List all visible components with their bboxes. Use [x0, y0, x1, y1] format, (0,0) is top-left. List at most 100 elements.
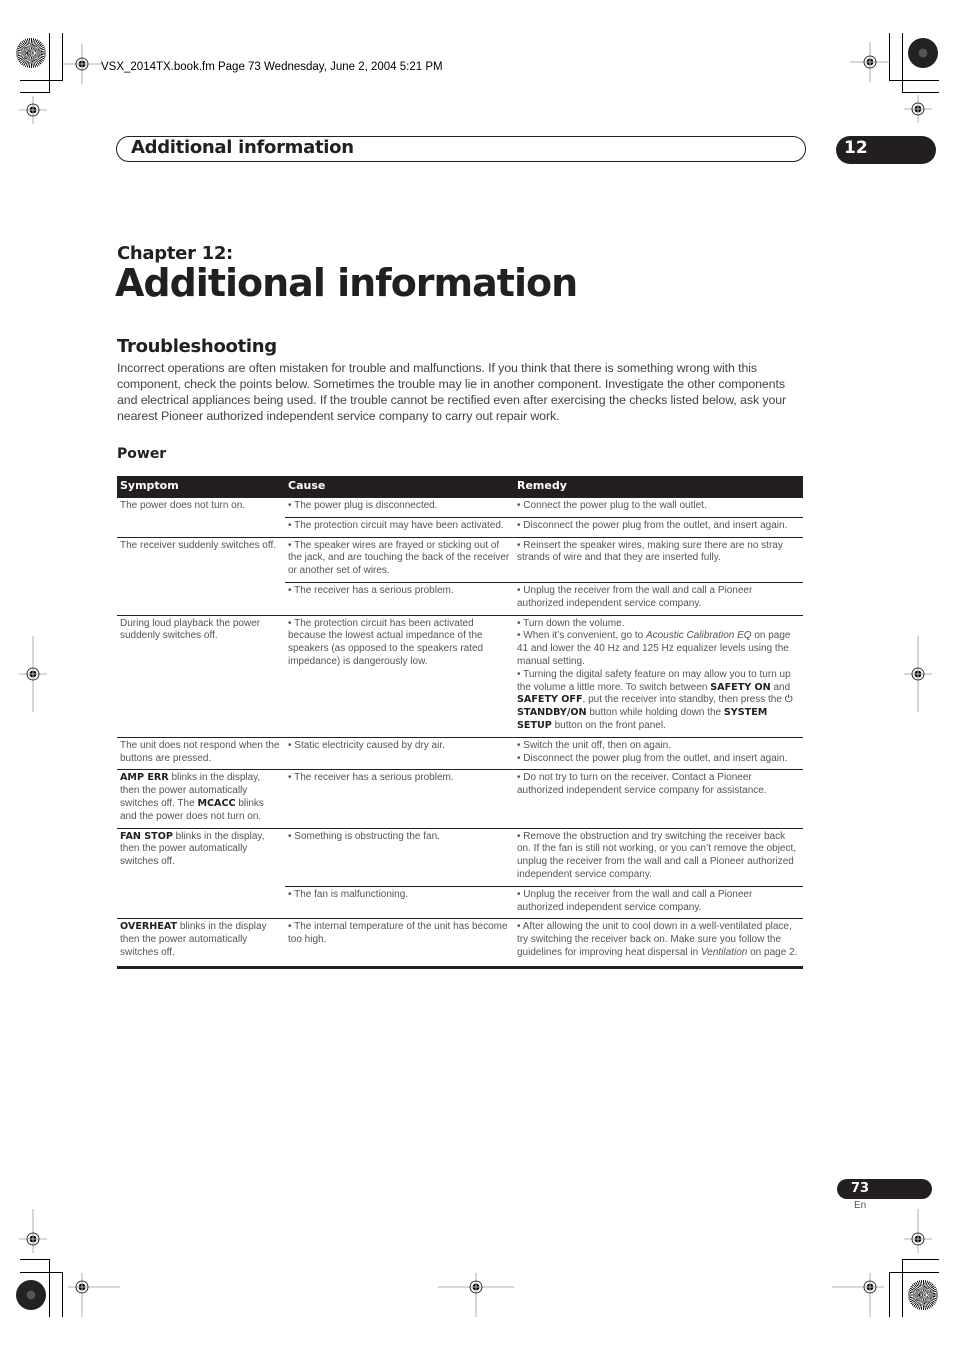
crop-mark — [902, 33, 903, 93]
registration-mark-icon — [68, 1273, 120, 1317]
crop-mark — [62, 33, 63, 81]
table-row: During loud playback the power suddenly … — [117, 614, 803, 738]
remedy-cell: • After allowing the unit to cool down i… — [514, 918, 803, 969]
remedy-cell: • Switch the unit off, then on again. • … — [514, 736, 803, 770]
table-row: The power does not turn on. • The power … — [117, 498, 803, 517]
cause-cell: • The power plug is disconnected. — [288, 500, 438, 511]
chapter-number: 12 — [844, 138, 868, 158]
display-label: SAFETY ON — [710, 681, 771, 693]
symptom-cell: During loud playback the power suddenly … — [117, 614, 285, 738]
remedy-cell: • Remove the obstruction and try switchi… — [514, 827, 803, 887]
remedy-cell: • Turn down the volume. • When it’s conv… — [514, 614, 803, 738]
display-label: SAFETY OFF — [517, 694, 583, 706]
cause-cell: • The protection circuit may have been a… — [285, 516, 514, 538]
crop-mark — [889, 1272, 939, 1273]
registration-mark-icon — [904, 1209, 932, 1253]
symptom-cell: FAN STOP blinks in the display, then the… — [117, 827, 285, 919]
remedy-line: • Turning the digital safety feature on … — [517, 669, 800, 733]
symptom-cell: The receiver suddenly switches off. — [117, 536, 285, 616]
display-label: AMP ERR — [120, 772, 169, 784]
remedy-cell: • Unplug the receiver from the wall and … — [514, 885, 803, 919]
cause-cell: • Static electricity caused by dry air. — [285, 736, 514, 770]
text: , put the receiver into standby, then pr… — [582, 694, 785, 706]
remedy-cell: • Connect the power plug to the wall out… — [517, 500, 707, 511]
crop-mark — [902, 92, 939, 93]
section-title-troubleshooting: Troubleshooting — [117, 336, 277, 357]
intro-paragraph: Incorrect operations are often mistaken … — [117, 361, 787, 423]
running-header-title: Additional information — [131, 137, 354, 158]
remedy-cell: • Unplug the receiver from the wall and … — [514, 581, 803, 616]
registration-mark-icon — [850, 42, 890, 82]
registration-mark-icon — [904, 636, 932, 712]
crop-mark — [889, 33, 890, 81]
registration-mark-icon — [904, 95, 932, 123]
table-row: FAN STOP blinks in the display, then the… — [117, 827, 803, 919]
column-header-cause: Cause — [285, 476, 514, 498]
remedy-cell: • Do not try to turn on the receiver. Co… — [514, 769, 803, 829]
cause-cell: • The protection circuit has been activa… — [285, 614, 514, 738]
cause-cell: • The fan is malfunctioning. — [285, 885, 514, 919]
text: • When it’s convenient, go to — [517, 630, 646, 642]
remedy-line: • Disconnect the power plug from the out… — [517, 752, 788, 764]
cross-reference-link[interactable]: Ventilation — [701, 947, 747, 958]
crop-mark — [20, 1272, 63, 1273]
table-row: The unit does not respond when the butto… — [117, 736, 803, 770]
crop-mark — [20, 80, 63, 81]
symptom-cell: The power does not turn on. — [120, 500, 246, 511]
crop-mark — [902, 1259, 903, 1317]
symptom-cell: AMP ERR blinks in the display, then the … — [117, 769, 285, 829]
registration-mark-icon — [438, 1273, 514, 1317]
crop-mark — [62, 1272, 63, 1317]
text: button on the front panel. — [551, 719, 666, 731]
symptom-cell: The unit does not respond when the butto… — [117, 736, 285, 770]
registration-mark-icon — [19, 1209, 47, 1253]
crop-mark — [20, 92, 50, 93]
crop-mark — [49, 33, 50, 93]
crop-mark — [889, 80, 939, 81]
power-troubleshooting-table: Symptom Cause Remedy The power does not … — [117, 476, 803, 969]
file-stamp: VSX_2014TX.book.fm Page 73 Wednesday, Ju… — [101, 61, 443, 73]
remedy-line: • Turn down the volume. — [517, 617, 625, 629]
text: and — [770, 681, 791, 693]
crop-mark — [902, 1259, 939, 1260]
table-header-row: Symptom Cause Remedy — [117, 476, 803, 498]
remedy-cell: • Disconnect the power plug from the out… — [514, 516, 803, 538]
registration-mark-icon — [832, 1273, 884, 1317]
remedy-cell: • Reinsert the speaker wires, making sur… — [514, 536, 803, 583]
color-bar-disc-bottom-right — [908, 1280, 938, 1310]
symptom-cell: OVERHEAT blinks in the display then the … — [117, 918, 285, 969]
registration-mark-icon — [19, 636, 47, 712]
table-row: The receiver suddenly switches off. • Th… — [117, 536, 803, 616]
text: on page 2. — [747, 946, 798, 958]
remedy-line: • Switch the unit off, then on again. — [517, 739, 671, 751]
display-label: FAN STOP — [120, 830, 173, 842]
page-number: 73 — [851, 1181, 870, 1196]
column-header-remedy: Remedy — [514, 476, 803, 498]
cause-cell: • Something is obstructing the fan. — [285, 827, 514, 887]
display-label: MCACC — [197, 797, 236, 809]
button-label: STANDBY/ON — [517, 707, 587, 719]
page-language: En — [854, 1200, 867, 1211]
cross-reference-link[interactable]: Acoustic Calibration EQ — [646, 630, 752, 641]
text: button while holding down the — [586, 707, 724, 719]
cause-cell: • The speaker wires are frayed or sticki… — [285, 536, 514, 583]
power-icon: ⏻ — [784, 694, 793, 706]
registration-mark-icon — [62, 44, 102, 84]
crop-mark — [49, 1259, 50, 1317]
table-row: OVERHEAT blinks in the display then the … — [117, 918, 803, 969]
cause-cell: • The internal temperature of the unit h… — [285, 918, 514, 969]
color-bar-disc-bottom-left — [16, 1280, 46, 1310]
column-header-symptom: Symptom — [117, 476, 285, 498]
subsection-title-power: Power — [117, 446, 167, 462]
registration-mark-icon — [19, 96, 47, 124]
crop-mark — [20, 1259, 50, 1260]
remedy-line: • When it’s convenient, go to Acoustic C… — [517, 630, 800, 668]
display-label: OVERHEAT — [120, 921, 178, 933]
color-bar-disc-top-right — [908, 38, 938, 68]
color-bar-disc-top-left — [16, 38, 46, 68]
cause-cell: • The receiver has a serious problem. — [285, 581, 514, 616]
page-title: Additional information — [115, 261, 578, 305]
crop-mark — [889, 1272, 890, 1317]
cause-cell: • The receiver has a serious problem. — [285, 769, 514, 829]
table-row: AMP ERR blinks in the display, then the … — [117, 769, 803, 829]
